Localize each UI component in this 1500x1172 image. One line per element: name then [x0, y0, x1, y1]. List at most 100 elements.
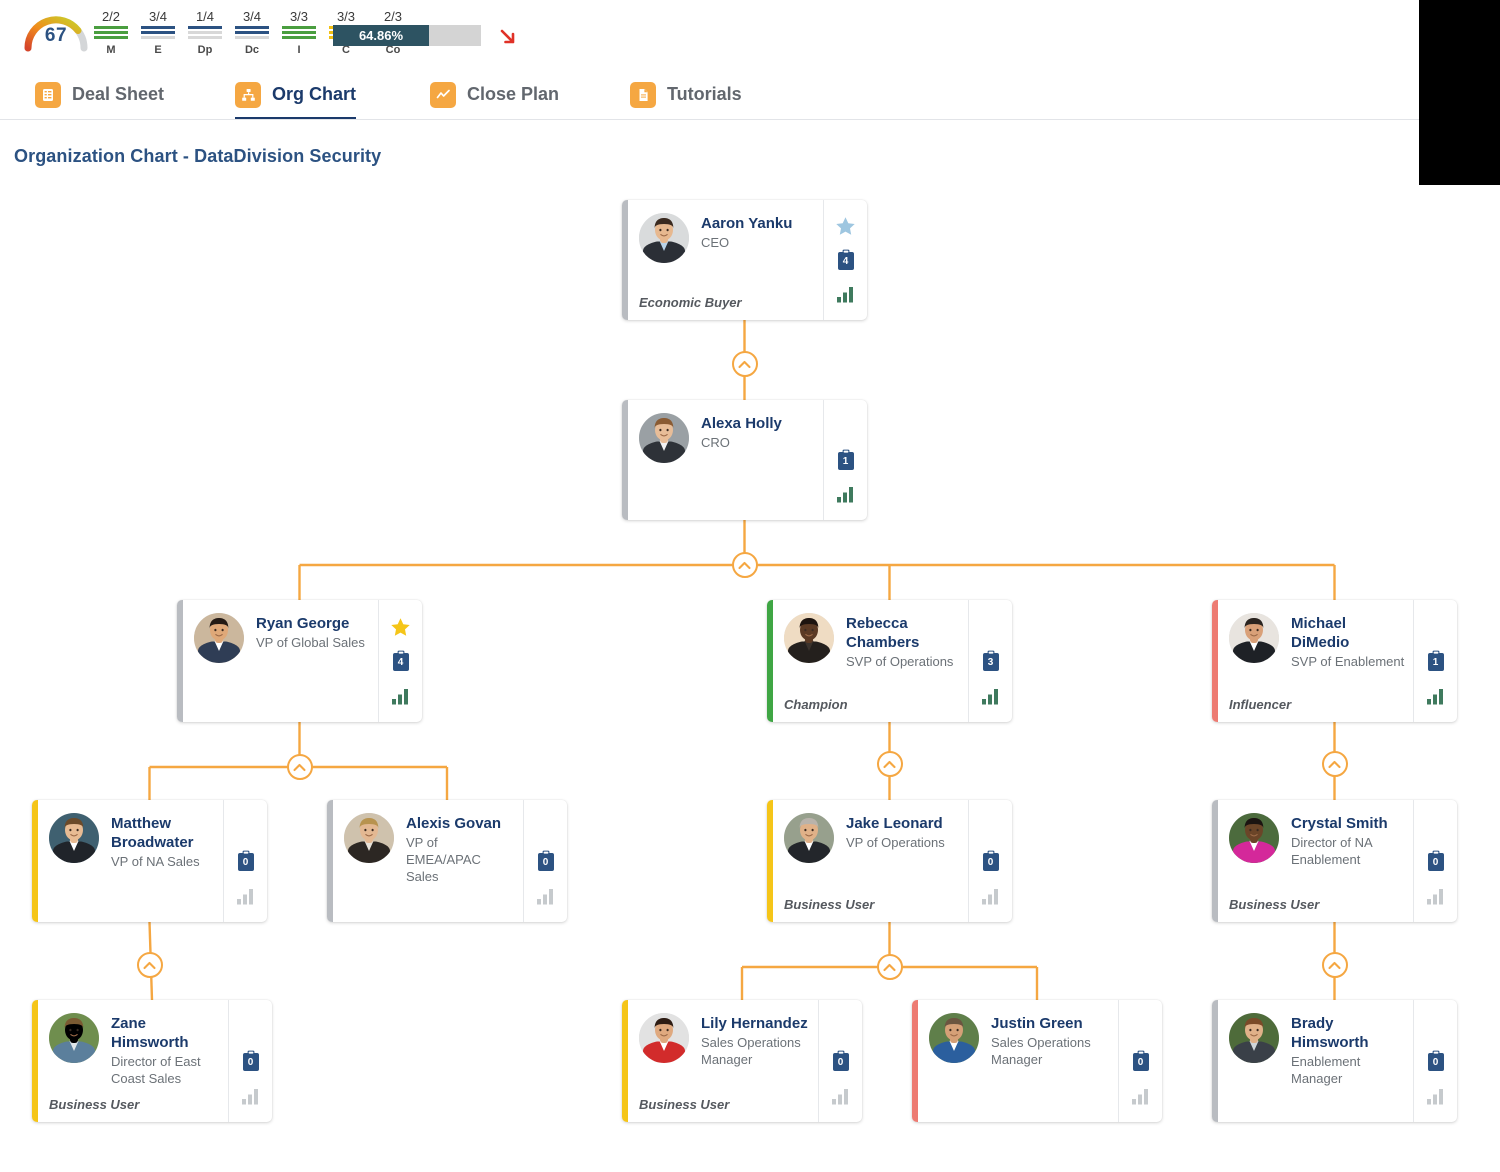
- node-role-label: Business User: [639, 1097, 730, 1112]
- tasks-badge[interactable]: 0: [831, 1049, 851, 1073]
- node-body: Lily Hernandez Sales Operations Manager Bu…: [628, 1000, 818, 1122]
- tasks-badge-count: 1: [1432, 656, 1439, 668]
- collapse-toggle-crystal[interactable]: [1321, 952, 1348, 978]
- org-node-zane[interactable]: Zane Himsworth Director of East Coast Sal…: [32, 1000, 272, 1122]
- influence-signal-icon[interactable]: [831, 1084, 851, 1108]
- tasks-badge[interactable]: 4: [836, 248, 856, 272]
- node-job-title: CEO: [701, 235, 730, 250]
- influence-signal-icon[interactable]: [1426, 884, 1446, 908]
- tasks-badge[interactable]: 4: [391, 649, 411, 673]
- org-node-alexa[interactable]: Alexa Holly CRO 1: [622, 400, 867, 520]
- node-body: Crystal Smith Director of NA Enablement Bu…: [1218, 800, 1413, 922]
- org-node-jake[interactable]: Jake Leonard VP of Operations Business Use…: [767, 800, 1012, 922]
- avatar: [1229, 613, 1279, 663]
- node-body: Alexis Govan VP of EMEA/APAC Sales: [333, 800, 523, 922]
- tasks-badge[interactable]: 0: [1426, 849, 1446, 873]
- tasks-badge[interactable]: 0: [241, 1049, 261, 1073]
- collapse-toggle-michael[interactable]: [1321, 751, 1348, 777]
- tasks-badge-count: 4: [397, 656, 404, 668]
- node-person-name: Jake Leonard: [846, 815, 943, 832]
- org-chart-connectors: [148, 320, 1336, 1001]
- node-identity: Alexis Govan VP of EMEA/APAC Sales: [344, 813, 515, 885]
- org-node-michael[interactable]: Michael DiMedio SVP of Enablement Influenc…: [1212, 600, 1457, 722]
- tasks-badge[interactable]: 1: [836, 448, 856, 472]
- influence-signal-icon[interactable]: [1426, 684, 1446, 708]
- node-identity: Matthew Broadwater VP of NA Sales: [49, 813, 215, 870]
- node-text: Crystal Smith Director of NA Enablement: [1291, 813, 1405, 868]
- tasks-badge[interactable]: 0: [1426, 1049, 1446, 1073]
- org-node-lily[interactable]: Lily Hernandez Sales Operations Manager Bu…: [622, 1000, 862, 1122]
- node-body: Matthew Broadwater VP of NA Sales: [38, 800, 223, 922]
- node-text: Ryan George VP of Global Sales: [256, 613, 365, 663]
- influence-signal-icon[interactable]: [981, 884, 1001, 908]
- org-node-alexis[interactable]: Alexis Govan VP of EMEA/APAC Sales 0: [327, 800, 567, 922]
- node-job-title: Enablement Manager: [1291, 1054, 1361, 1086]
- node-person-name: Aaron Yanku: [701, 215, 793, 232]
- tasks-badge[interactable]: 1: [1426, 649, 1446, 673]
- node-person-name: Alexa Holly: [701, 415, 782, 432]
- collapse-toggle-rebecca[interactable]: [876, 751, 903, 777]
- collapse-toggle-matthew[interactable]: [136, 952, 163, 978]
- org-node-ryan[interactable]: Ryan George VP of Global Sales 4: [177, 600, 422, 722]
- tasks-badge-count: 0: [247, 1056, 254, 1068]
- node-role-label: Business User: [1229, 897, 1320, 912]
- org-node-matthew[interactable]: Matthew Broadwater VP of NA Sales 0: [32, 800, 267, 922]
- influence-signal-icon[interactable]: [981, 684, 1001, 708]
- node-body: Rebecca Chambers SVP of Operations Champio…: [773, 600, 968, 722]
- node-person-name: Justin Green: [991, 1015, 1083, 1032]
- tasks-badge[interactable]: 0: [536, 849, 556, 873]
- node-identity: Justin Green Sales Operations Manager: [929, 1013, 1110, 1068]
- collapse-toggle-aaron[interactable]: [731, 351, 758, 377]
- org-node-justin[interactable]: Justin Green Sales Operations Manager 0: [912, 1000, 1162, 1122]
- tasks-badge[interactable]: 0: [981, 849, 1001, 873]
- node-identity: Lily Hernandez Sales Operations Manager: [639, 1013, 810, 1068]
- influence-signal-icon[interactable]: [391, 684, 411, 708]
- tasks-badge[interactable]: 3: [981, 649, 1001, 673]
- tasks-badge-count: 0: [542, 856, 549, 868]
- node-body: Aaron Yanku CEO Economic Buyer: [628, 200, 823, 320]
- node-job-title: VP of NA Sales: [111, 854, 200, 869]
- avatar: [639, 213, 689, 263]
- org-node-rebecca[interactable]: Rebecca Chambers SVP of Operations Champio…: [767, 600, 1012, 722]
- node-body: Zane Himsworth Director of East Coast Sal…: [38, 1000, 228, 1122]
- influence-signal-icon[interactable]: [836, 282, 856, 306]
- avatar: [194, 613, 244, 663]
- org-node-crystal[interactable]: Crystal Smith Director of NA Enablement Bu…: [1212, 800, 1457, 922]
- influence-signal-icon[interactable]: [836, 482, 856, 506]
- node-text: Aaron Yanku CEO: [701, 213, 792, 263]
- influence-signal-icon[interactable]: [536, 884, 556, 908]
- tasks-badge-count: 0: [1432, 1056, 1439, 1068]
- collapse-toggle-alexa[interactable]: [731, 552, 758, 578]
- star-icon[interactable]: [835, 215, 856, 239]
- node-job-title: VP of Operations: [846, 835, 945, 850]
- influence-signal-icon[interactable]: [241, 1084, 261, 1108]
- node-text: Michael DiMedio SVP of Enablement: [1291, 613, 1405, 670]
- node-role-label: Champion: [784, 697, 848, 712]
- star-icon[interactable]: [390, 615, 411, 639]
- node-action-rail: 0: [1413, 800, 1457, 922]
- org-node-brady[interactable]: Brady Himsworth Enablement Manager 0: [1212, 1000, 1457, 1122]
- node-action-rail: 0: [1118, 1000, 1162, 1122]
- avatar: [49, 1013, 99, 1063]
- node-identity: Brady Himsworth Enablement Manager: [1229, 1013, 1405, 1087]
- tasks-badge-count: 3: [987, 656, 994, 668]
- node-identity: Aaron Yanku CEO: [639, 213, 815, 263]
- node-identity: Michael DiMedio SVP of Enablement: [1229, 613, 1405, 670]
- node-identity: Alexa Holly CRO: [639, 413, 815, 463]
- tasks-badge[interactable]: 0: [1131, 1049, 1151, 1073]
- node-body: Justin Green Sales Operations Manager: [918, 1000, 1118, 1122]
- node-identity: Rebecca Chambers SVP of Operations: [784, 613, 960, 670]
- tasks-badge[interactable]: 0: [236, 849, 256, 873]
- collapse-toggle-jake[interactable]: [876, 954, 903, 980]
- node-text: Zane Himsworth Director of East Coast Sal…: [111, 1013, 220, 1087]
- influence-signal-icon[interactable]: [236, 884, 256, 908]
- influence-signal-icon[interactable]: [1131, 1084, 1151, 1108]
- node-role-label: Influencer: [1229, 697, 1292, 712]
- node-person-name: Crystal Smith: [1291, 815, 1388, 832]
- tasks-badge-count: 1: [842, 455, 849, 467]
- influence-signal-icon[interactable]: [1426, 1084, 1446, 1108]
- collapse-toggle-ryan[interactable]: [286, 754, 313, 780]
- node-job-title: VP of Global Sales: [256, 635, 365, 650]
- org-node-aaron[interactable]: Aaron Yanku CEO Economic Buyer 4: [622, 200, 867, 320]
- node-person-name: Matthew Broadwater: [111, 815, 194, 851]
